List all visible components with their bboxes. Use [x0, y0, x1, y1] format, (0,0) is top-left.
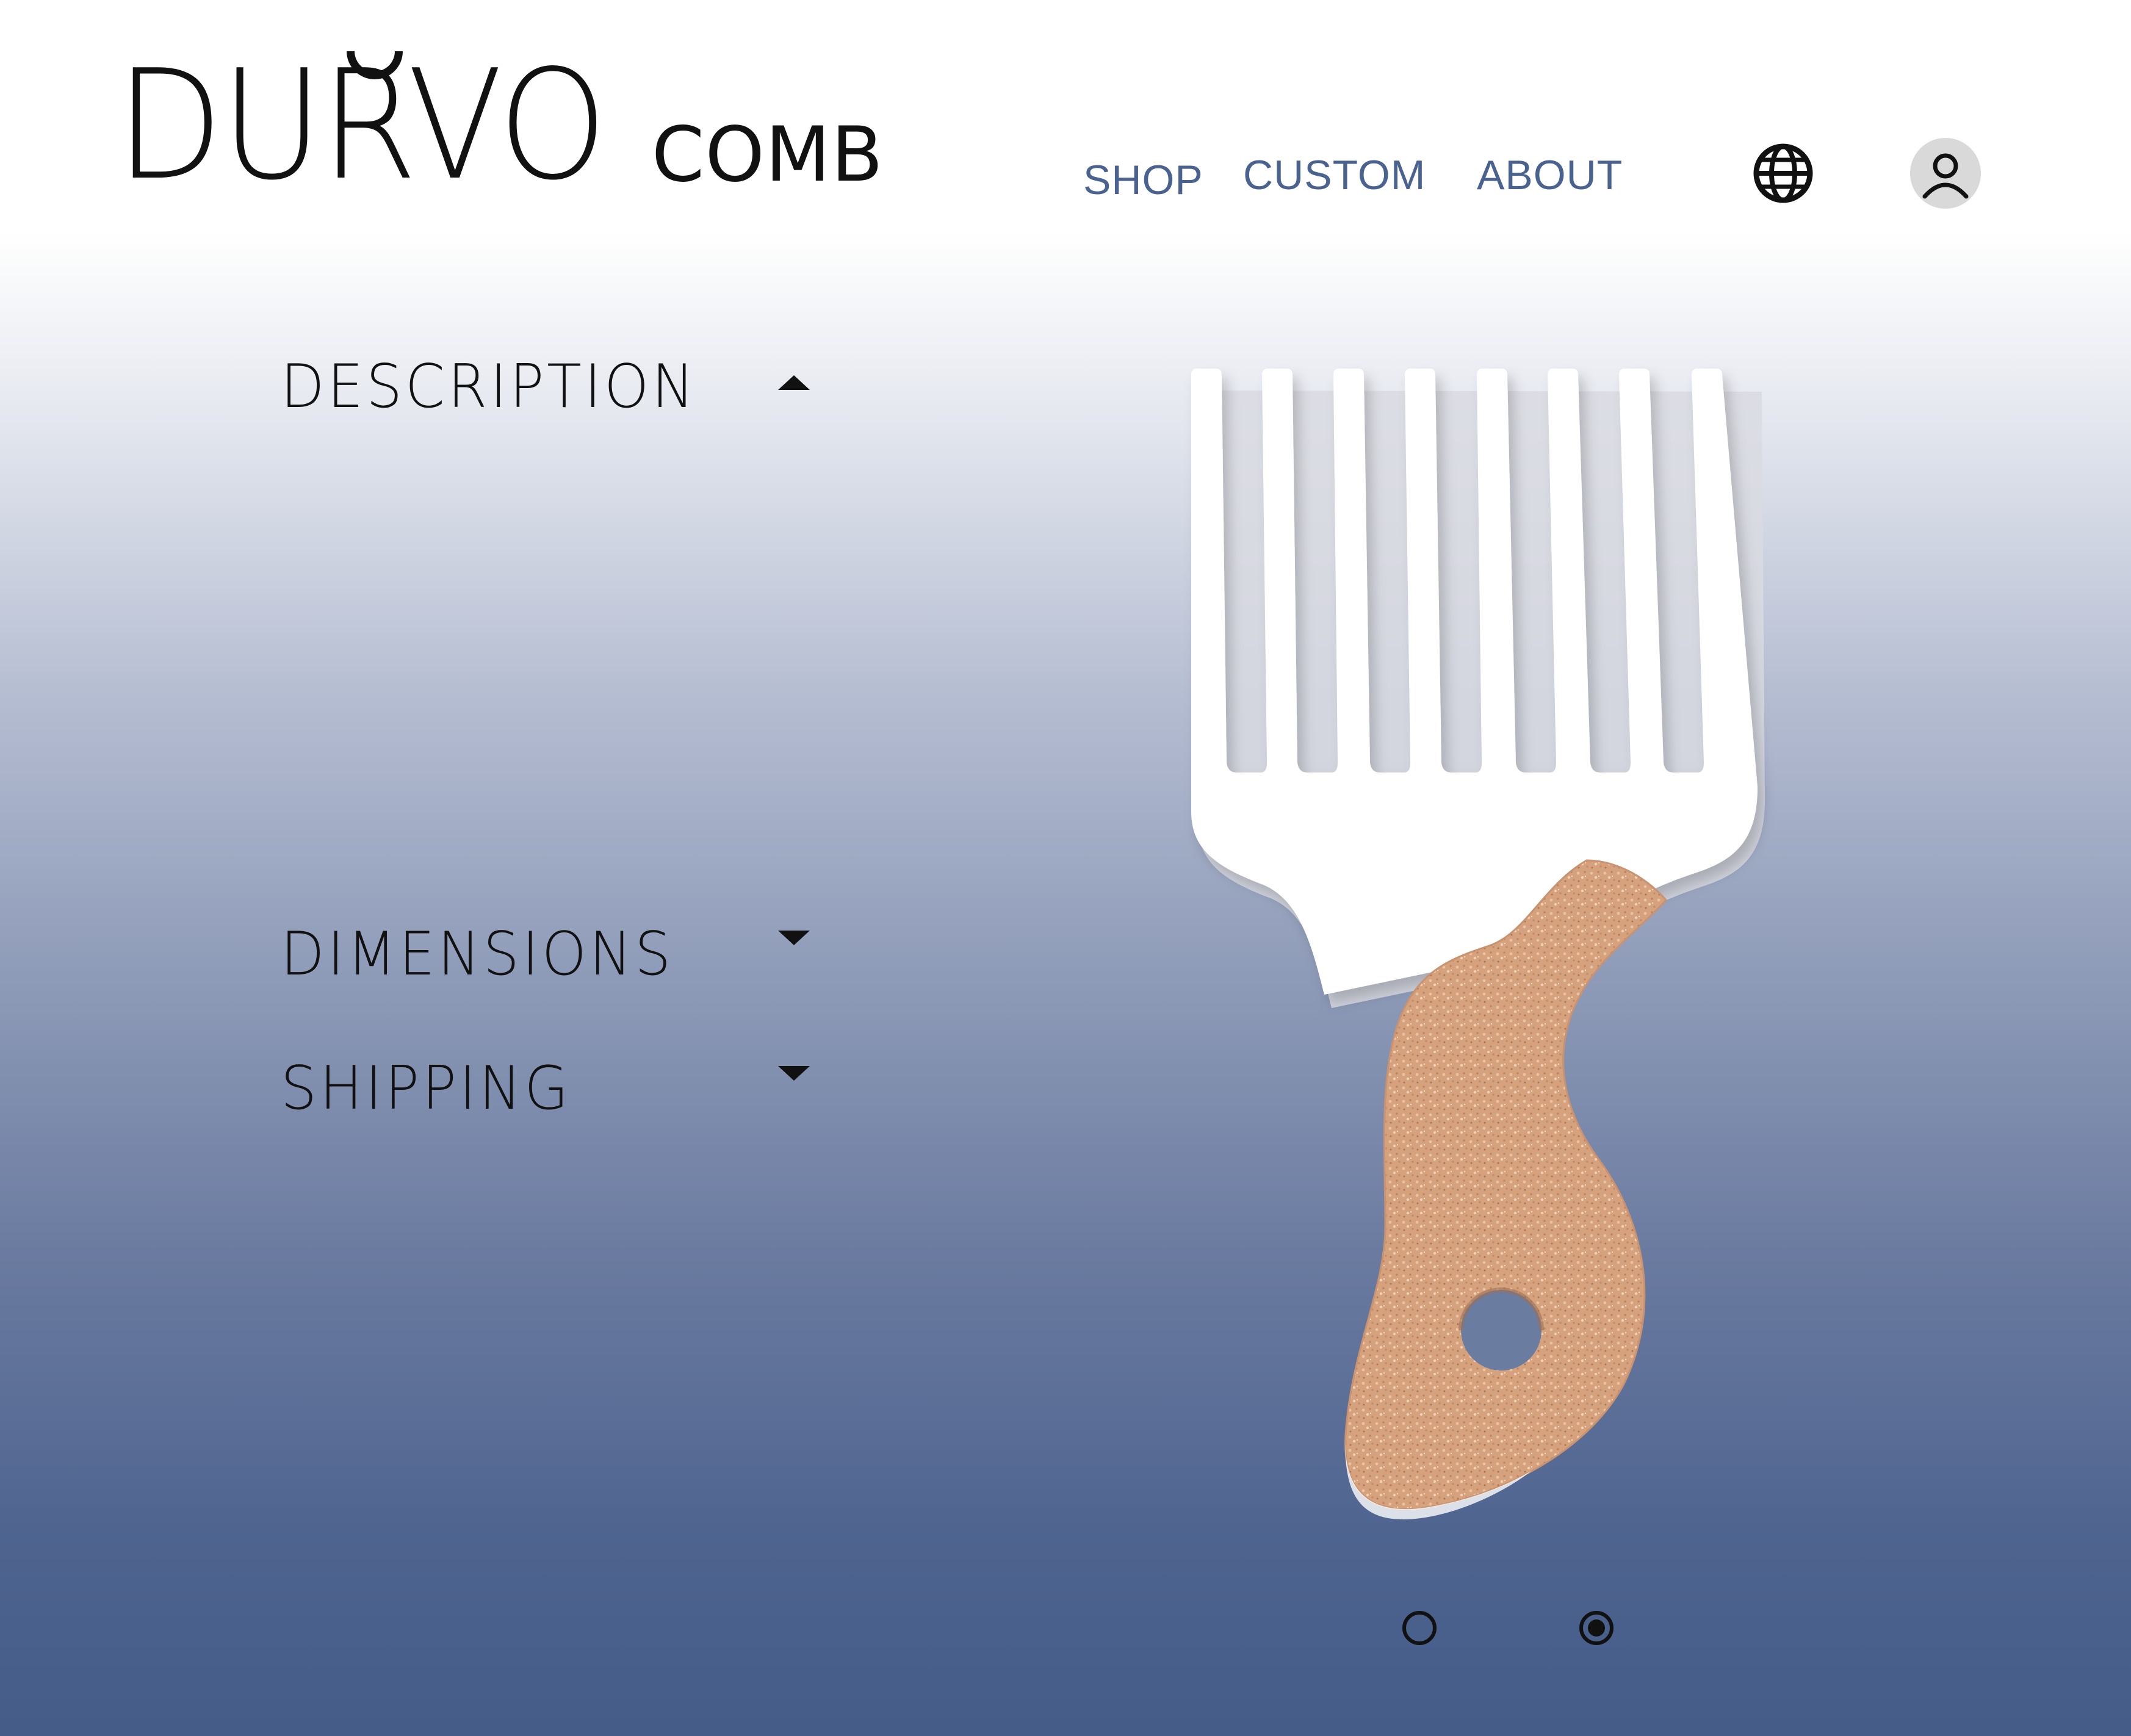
accordion-dimensions-label: DIMENSIONS: [281, 920, 674, 989]
chevron-down-icon[interactable]: [778, 931, 810, 945]
active-dot-marker: [1588, 1619, 1605, 1637]
carousel-dot-1[interactable]: [1402, 1611, 1437, 1645]
brand-product: COMB: [651, 111, 884, 199]
nav-custom[interactable]: CUSTOM: [1243, 151, 1426, 199]
nav-shop[interactable]: SHOP: [1083, 156, 1203, 204]
product-image: [1159, 360, 1782, 1544]
brand-logo[interactable]: DURVO COMB: [116, 43, 884, 201]
accordion-shipping[interactable]: SHIPPING: [281, 1059, 818, 1132]
globe-icon[interactable]: [1753, 143, 1814, 204]
chevron-down-icon[interactable]: [778, 1066, 810, 1081]
accordion-description-body: [281, 439, 818, 903]
user-icon[interactable]: [1910, 138, 1981, 209]
accordion-dimensions[interactable]: DIMENSIONS: [281, 924, 818, 998]
accordion-description-label: DESCRIPTION: [281, 352, 698, 422]
carousel-dot-2-active[interactable]: [1579, 1611, 1614, 1645]
accordion-shipping-label: SHIPPING: [281, 1054, 572, 1123]
accordion-description[interactable]: DESCRIPTION: [281, 357, 818, 430]
chevron-up-icon[interactable]: [778, 375, 810, 390]
nav-about[interactable]: ABOUT: [1477, 151, 1623, 199]
